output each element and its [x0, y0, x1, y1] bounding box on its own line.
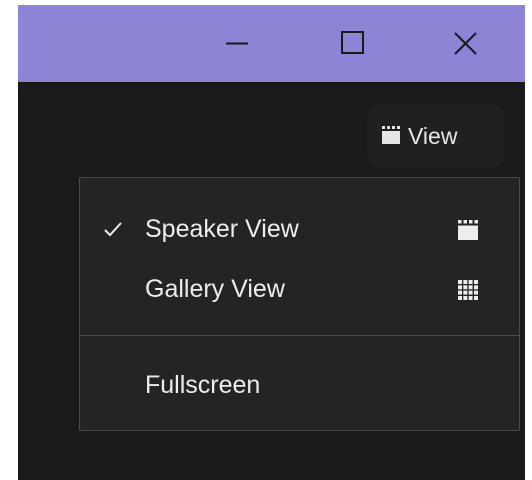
- speaker-view-icon: [382, 126, 400, 144]
- menu-item-label: Fullscreen: [145, 371, 261, 399]
- gallery-grid-icon: [458, 280, 478, 300]
- maximize-icon: [341, 31, 364, 54]
- close-button[interactable]: [436, 5, 494, 82]
- view-button[interactable]: View: [367, 104, 504, 168]
- title-bar: [18, 5, 525, 82]
- menu-item-label: Speaker View: [145, 215, 299, 243]
- minimize-icon: [226, 42, 248, 45]
- menu-item-speaker-view[interactable]: Speaker View: [80, 200, 519, 258]
- close-icon: [454, 32, 477, 55]
- speaker-view-icon: [458, 220, 478, 240]
- menu-item-label: Gallery View: [145, 275, 285, 303]
- checkmark-icon: [104, 222, 122, 237]
- view-button-label: View: [408, 123, 458, 149]
- menu-item-gallery-view[interactable]: Gallery View: [80, 260, 519, 318]
- menu-divider: [80, 335, 519, 336]
- view-dropdown-menu: Speaker View Gallery View Fullscreen: [79, 177, 520, 431]
- menu-item-fullscreen[interactable]: Fullscreen: [80, 356, 519, 414]
- maximize-button[interactable]: [323, 5, 381, 82]
- minimize-button[interactable]: [208, 5, 266, 82]
- app-window: View Speaker View Gallery View Fullscree…: [18, 5, 525, 480]
